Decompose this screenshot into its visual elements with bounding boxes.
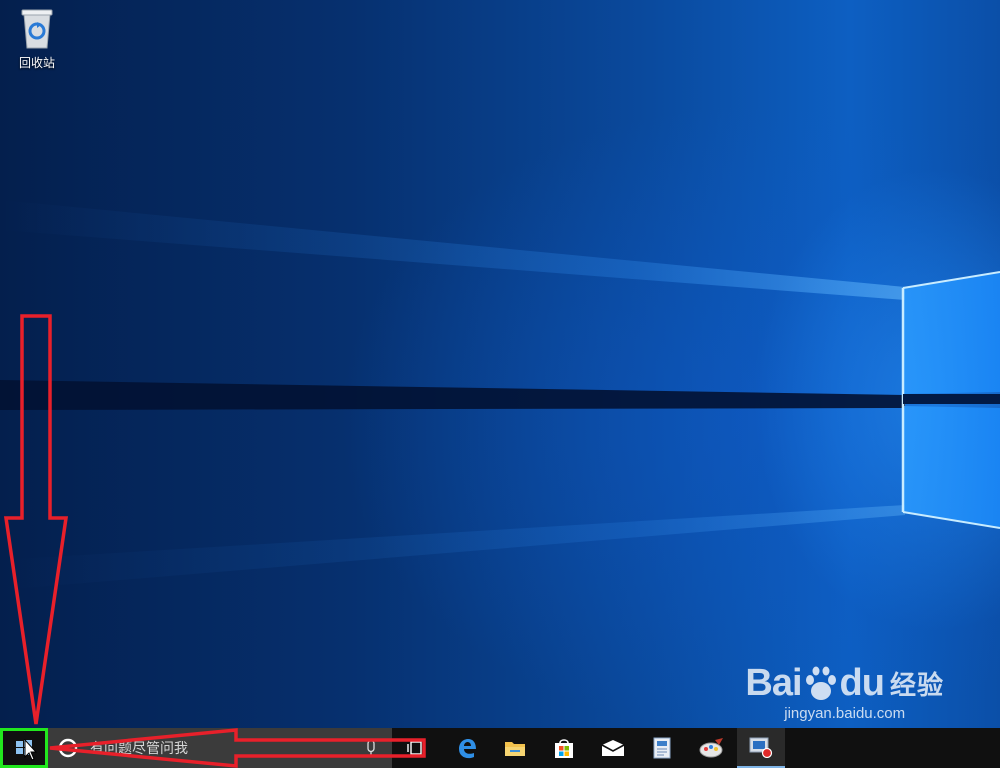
watermark-brand-cn: 经验 bbox=[889, 670, 944, 700]
recorder-icon bbox=[749, 737, 773, 758]
task-view-icon bbox=[407, 741, 425, 755]
start-button[interactable] bbox=[0, 728, 48, 768]
baidu-paw-icon bbox=[805, 666, 836, 700]
taskbar-app-store[interactable] bbox=[540, 728, 588, 768]
watermark-brand: Bai bbox=[745, 662, 802, 704]
windows-logo-icon bbox=[16, 740, 32, 755]
task-view-button[interactable] bbox=[392, 728, 440, 768]
search-placeholder: 有问题尽管问我 bbox=[90, 741, 188, 757]
taskbar-app-screen-recorder[interactable] bbox=[737, 728, 785, 768]
taskbar-app-file-explorer[interactable] bbox=[491, 728, 539, 768]
taskbar-app-paint[interactable] bbox=[688, 728, 736, 768]
search-box[interactable]: 有问题尽管问我 bbox=[48, 728, 392, 768]
recycle-bin-icon bbox=[21, 9, 53, 49]
watermark-url: jingyan.baidu.com bbox=[784, 705, 906, 722]
taskbar-app-news[interactable] bbox=[638, 728, 686, 768]
taskbar-app-mail[interactable] bbox=[589, 728, 637, 768]
folder-icon bbox=[505, 742, 525, 756]
paint-icon bbox=[699, 738, 723, 758]
cortana-circle-icon bbox=[58, 738, 78, 758]
taskbar: 有问题尽管问我 bbox=[0, 728, 1000, 768]
document-icon bbox=[653, 737, 671, 759]
store-bag-icon bbox=[555, 739, 573, 758]
desktop-background: 回收站 Bai du 经验 jingyan.baidu.com bbox=[0, 0, 1000, 728]
desktop-icon-label: 回收站 bbox=[18, 56, 55, 70]
taskbar-app-edge[interactable] bbox=[443, 728, 491, 768]
microphone-icon[interactable] bbox=[366, 740, 376, 756]
edge-icon bbox=[459, 739, 476, 759]
mail-icon bbox=[601, 740, 625, 756]
baidu-jingyan-watermark: Bai du 经验 jingyan.baidu.com bbox=[745, 662, 944, 722]
watermark-brand-suffix: du bbox=[839, 662, 885, 704]
desktop-icon-recycle-bin[interactable]: 回收站 bbox=[8, 6, 66, 78]
wallpaper-light-beams bbox=[0, 200, 1000, 590]
